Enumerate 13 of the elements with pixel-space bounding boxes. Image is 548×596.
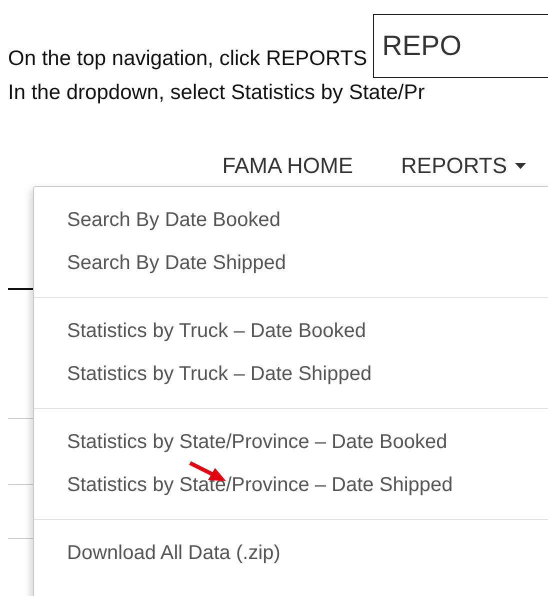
menu-item[interactable]: Download All Data (.zip) — [34, 532, 548, 575]
instruction-text: In the dropdown, select Statistics by State/Pr — [8, 81, 425, 104]
menu-item[interactable]: Statistics by Truck – Date Shipped — [34, 353, 548, 396]
nav-link[interactable]: REPORTS — [401, 153, 526, 179]
menu-item[interactable]: Search By Date Shipped — [34, 242, 548, 285]
menu-item[interactable]: Statistics by State/Province – Date Shipped — [34, 464, 548, 507]
nav-link[interactable]: FAMA HOME — [222, 153, 354, 179]
menu-item[interactable]: Statistics by Truck – Date Booked — [34, 310, 548, 353]
menu-item[interactable]: Search By Date Booked — [34, 199, 548, 242]
instruction-text: On the top navigation, click REPORTS — [8, 46, 368, 72]
reports-snippet: REPO — [373, 14, 548, 78]
menu-item[interactable]: Statistics by State/Province – Date Booked — [34, 421, 548, 464]
caret-icon — [515, 163, 526, 169]
